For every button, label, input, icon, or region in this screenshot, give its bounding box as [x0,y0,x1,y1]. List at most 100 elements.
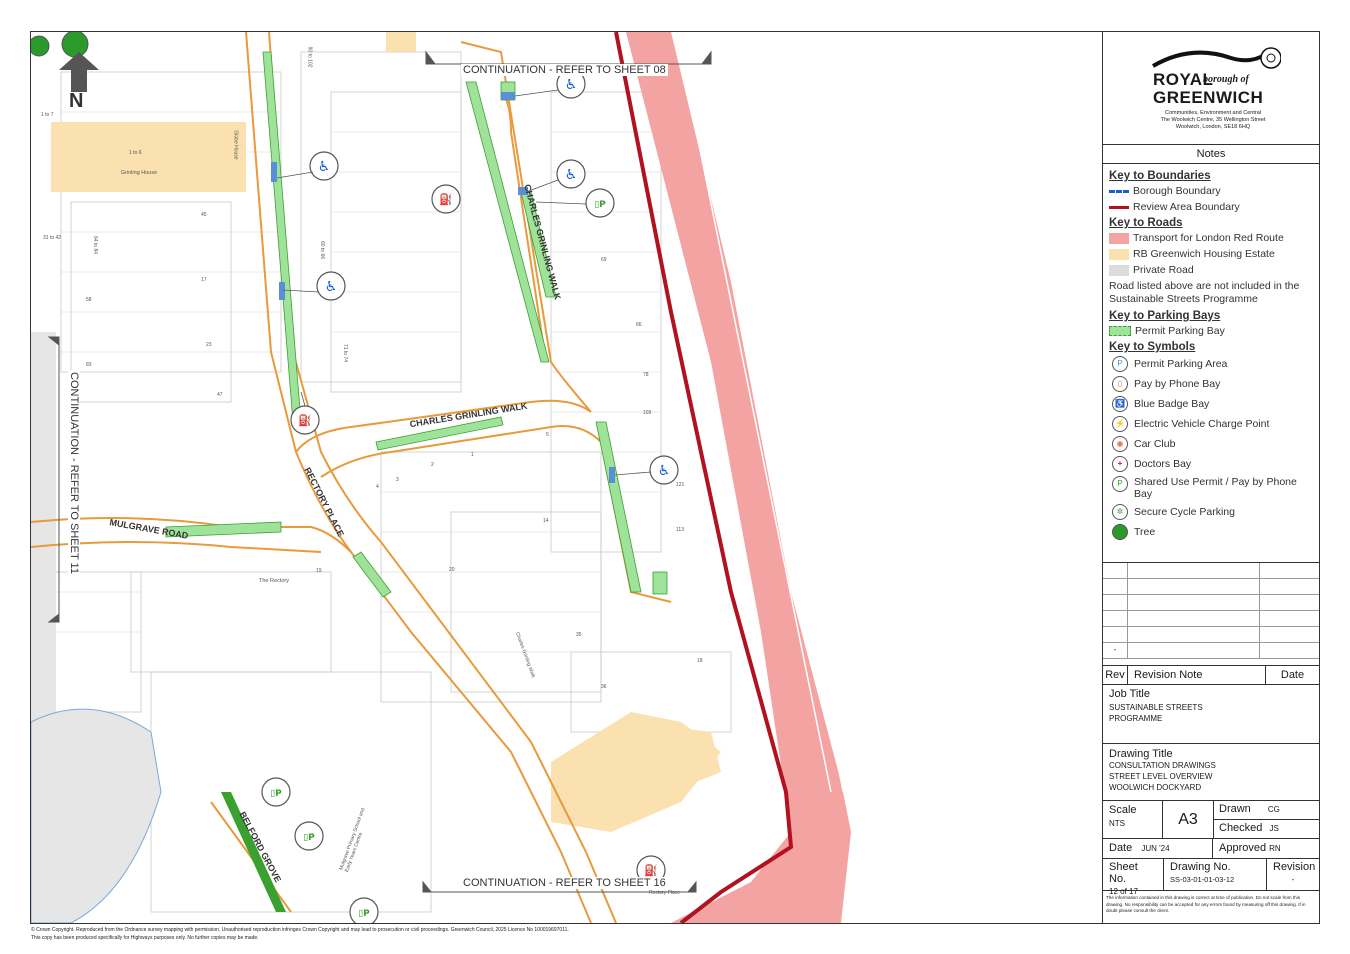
house-number: 121 [676,482,685,488]
svg-text:♿: ♿ [565,167,578,183]
svg-text:♿: ♿ [325,279,338,295]
legend-symbols-title: Key to Symbols [1109,341,1196,353]
svg-text:⛽: ⛽ [439,193,453,206]
continuation-left-label: CONTINUATION - REFER TO SHEET 11 [67,370,80,576]
sheet-row: Sheet No. 12 of 17 Drawing No. SS-03-01-… [1103,859,1319,896]
svg-text:⛽: ⛽ [644,864,658,877]
borough-boundary-swatch [1109,189,1129,193]
continuation-top-label: CONTINUATION - REFER TO SHEET 08 [461,64,668,76]
notes-title: Notes [1103,145,1319,164]
legend-item: ♿ Blue Badge Bay [1109,396,1313,412]
building-label: Rectory Place [649,890,681,896]
house-number: 60 to 66 [319,240,326,260]
legend-item: ▯ Pay by Phone Bay [1109,376,1313,392]
house-number: 18 [697,658,703,664]
house-number: 4 [376,484,379,490]
svg-text:▯P: ▯P [270,789,282,799]
legend-item: Transport for London Red Route [1109,232,1313,244]
house-number: 78 [643,372,649,378]
title-block-panel: ROYAL borough of GREENWICH Communities, … [1102,32,1319,923]
disclaimer: The information contained in this drawin… [1106,895,1306,913]
house-number: 113 [676,527,684,533]
council-logo: ROYAL borough of GREENWICH Communities, … [1103,32,1319,145]
job-title-block: Job Title SUSTAINABLE STREETS PROGRAMME [1103,684,1319,744]
map-canvas[interactable]: ♿ ♿ ♿ ♿ ♿ ⛽ ⛽ ⛽ ▯P ▯P ▯P ▯P N CONTINUATION - REFE… [31,32,1101,923]
blue-badge-icon: ♿ [1112,396,1128,412]
pay-by-phone-icon: ▯ [1112,376,1128,392]
legend: Key to Boundaries Borough Boundary Revie… [1103,164,1319,548]
legend-item: P Permit Parking Area [1109,356,1313,372]
house-number: 36 [601,684,607,690]
house-number: 58 [86,297,92,303]
house-number: 5 [546,432,549,438]
house-number: 19 [316,568,322,574]
legend-parking-title: Key to Parking Bays [1109,310,1221,322]
house-number: 35 [576,632,582,638]
house-number: 14 [543,518,549,524]
svg-text:♿: ♿ [318,159,331,175]
logo-address: Communities, Environment and Central The… [1160,110,1266,130]
house-number: 83 [86,362,92,368]
house-number: 1 to 6 [129,150,142,156]
svg-text:♿: ♿ [658,463,671,479]
legend-item: Review Area Boundary [1109,201,1313,213]
house-number: 90 to 102 [306,46,313,68]
legend-item: ◉ Car Club [1109,436,1313,452]
svg-text:⛽: ⛽ [298,414,312,427]
building-label: Globe House [232,130,239,160]
red-route-swatch [1109,232,1129,244]
revision-header: Rev Revision Note Date [1103,665,1319,685]
house-number: 2 [431,462,434,468]
legend-item: Borough Boundary [1109,185,1313,197]
building-label: The Rectory [259,578,289,584]
legend-boundaries-title: Key to Boundaries [1109,170,1211,182]
building-label: Grinling House [120,170,158,176]
legend-item: Tree [1109,524,1313,540]
house-number: 69 [601,257,607,263]
tree-icon [1112,524,1128,540]
private-road-swatch [1109,264,1129,276]
legend-item: + Doctors Bay [1109,456,1313,472]
house-number: 17 [201,277,207,283]
map-svg: ♿ ♿ ♿ ♿ ♿ ⛽ ⛽ ⛽ ▯P ▯P ▯P ▯P [31,32,851,923]
house-number: 71 to 74 [342,343,349,363]
review-boundary-swatch [1109,205,1129,209]
legend-item: ✲ Secure Cycle Parking [1109,504,1313,520]
house-number: 109 [643,410,652,416]
house-number: 64 to 84 [92,235,99,255]
house-number: 3 [396,477,399,483]
svg-text:♿: ♿ [565,77,578,93]
copyright-notice: © Crown Copyright. Reproduced from the O… [31,927,569,941]
house-number: 1 to 7 [41,112,54,118]
scale-row: Scale NTS A3 Drawn CG Checked JS [1103,801,1319,839]
house-number: 23 [206,342,212,348]
shared-use-icon: P [1112,476,1128,492]
roads-note: Road listed above are not included in th… [1109,280,1300,305]
continuation-bottom-label: CONTINUATION - REFER TO SHEET 16 [461,877,668,889]
cycle-parking-icon: ✲ [1112,504,1128,520]
drawing-title-block: Drawing Title CONSULTATION DRAWINGS STRE… [1103,744,1319,801]
svg-text:▯P: ▯P [594,200,606,210]
revision-table: - [1103,562,1319,659]
house-number: 66 [636,322,642,328]
doctors-bay-icon: + [1112,456,1128,472]
legend-item: Private Road [1109,264,1313,276]
logo-greenwich: GREENWICH [1153,88,1264,107]
svg-text:▯P: ▯P [303,833,315,843]
legend-item: RB Greenwich Housing Estate [1109,248,1313,260]
north-label: N [69,90,84,112]
svg-text:▯P: ▯P [358,909,370,919]
legend-item: Permit Parking Bay [1109,325,1313,337]
house-number: 45 [201,212,207,218]
housing-estate-swatch [1109,248,1129,260]
house-number: 1 [471,452,474,458]
legend-item: ⚡ Electric Vehicle Charge Point [1109,416,1313,432]
legend-item: P Shared Use Permit / Pay by Phone Bay [1109,476,1313,500]
car-club-icon: ◉ [1112,436,1128,452]
house-number: 20 [449,567,455,573]
legend-roads-title: Key to Roads [1109,217,1183,229]
ev-charge-icon: ⚡ [1112,416,1128,432]
permit-parking-area-icon: P [1112,356,1128,372]
house-number: 31 to 42 [43,235,62,241]
house-number: 47 [217,392,223,398]
